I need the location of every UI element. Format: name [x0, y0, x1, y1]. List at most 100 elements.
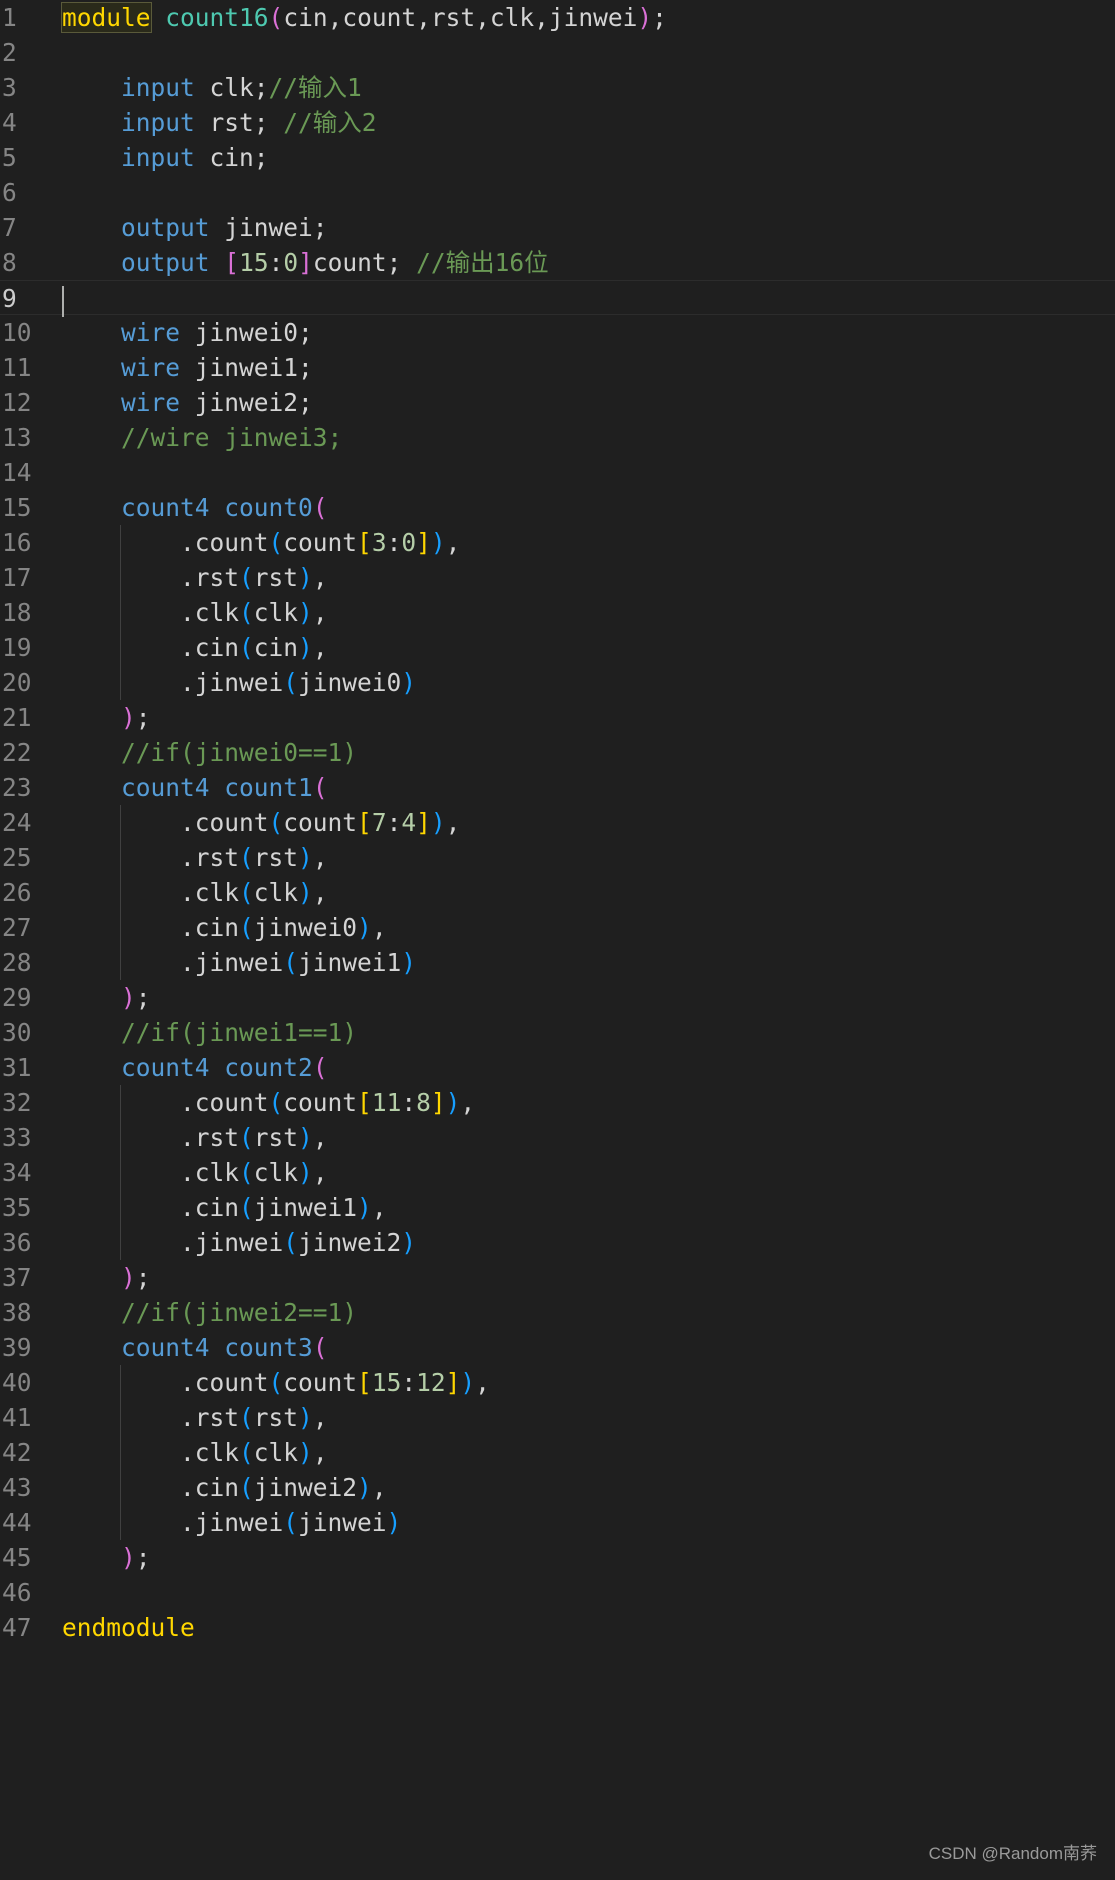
code-line[interactable]: 45 );: [0, 1540, 1115, 1575]
code-line[interactable]: 47 endmodule: [0, 1610, 1115, 1645]
line-code: .cin(jinwei2),: [62, 1470, 387, 1505]
code-line[interactable]: 28 .jinwei(jinwei1): [0, 945, 1115, 980]
code-token: ): [298, 843, 313, 872]
code-line[interactable]: 42 .clk(clk),: [0, 1435, 1115, 1470]
code-line[interactable]: 4 input rst; //输入2: [0, 105, 1115, 140]
line-code: .cin(jinwei1),: [62, 1190, 387, 1225]
code-token: 15: [371, 1368, 402, 1397]
code-line[interactable]: 34 .clk(clk),: [0, 1155, 1115, 1190]
code-line[interactable]: 9: [0, 280, 1115, 315]
code-line[interactable]: 2: [0, 35, 1115, 70]
code-line[interactable]: 25 .rst(rst),: [0, 840, 1115, 875]
code-token: ,: [312, 1403, 328, 1432]
code-line[interactable]: 30 //if(jinwei1==1): [0, 1015, 1115, 1050]
code-line[interactable]: 32 .count(count[11:8]),: [0, 1085, 1115, 1120]
code-line[interactable]: 1 module count16(cin,count,rst,clk,jinwei…: [0, 0, 1115, 35]
line-code: .rst(rst),: [62, 560, 328, 595]
code-line[interactable]: 19 .cin(cin),: [0, 630, 1115, 665]
code-line[interactable]: 26 .clk(clk),: [0, 875, 1115, 910]
code-token: 8: [416, 1088, 431, 1117]
code-line[interactable]: 12 wire jinwei2;: [0, 385, 1115, 420]
code-line[interactable]: 14: [0, 455, 1115, 490]
code-token: ]: [416, 528, 431, 557]
code-line[interactable]: 15 count4 count0(: [0, 490, 1115, 525]
code-line[interactable]: 40 .count(count[15:12]),: [0, 1365, 1115, 1400]
code-token: input: [121, 108, 195, 137]
code-line[interactable]: 21 );: [0, 700, 1115, 735]
code-token: ): [401, 1228, 417, 1257]
code-token: (: [312, 1333, 328, 1362]
code-token: ): [121, 983, 136, 1012]
code-line[interactable]: 7 output jinwei;: [0, 210, 1115, 245]
code-line[interactable]: 13 //wire jinwei3;: [0, 420, 1115, 455]
code-line[interactable]: 8 output [15:0]count; //输出16位: [0, 245, 1115, 280]
code-token: cin;: [194, 143, 269, 172]
code-token: count1: [224, 773, 313, 802]
code-line[interactable]: 27 .cin(jinwei0),: [0, 910, 1115, 945]
code-line[interactable]: 35 .cin(jinwei1),: [0, 1190, 1115, 1225]
line-number: 8: [2, 248, 17, 277]
line-number: 17: [2, 563, 32, 592]
code-token: rst: [253, 1403, 299, 1432]
code-token: (: [239, 1403, 254, 1432]
code-line[interactable]: 46: [0, 1575, 1115, 1610]
code-token: .rst: [62, 1403, 240, 1432]
code-line[interactable]: 38 //if(jinwei2==1): [0, 1295, 1115, 1330]
code-line[interactable]: 20 .jinwei(jinwei0): [0, 665, 1115, 700]
line-number: 2: [2, 38, 17, 67]
code-token: .cin: [62, 633, 240, 662]
line-code: count4 count3(: [62, 1330, 328, 1365]
code-line[interactable]: 24 .count(count[7:4]),: [0, 805, 1115, 840]
code-line[interactable]: 23 count4 count1(: [0, 770, 1115, 805]
code-line[interactable]: 39 count4 count3(: [0, 1330, 1115, 1365]
code-line[interactable]: 17 .rst(rst),: [0, 560, 1115, 595]
code-line[interactable]: 37 );: [0, 1260, 1115, 1295]
code-line[interactable]: 44 .jinwei(jinwei): [0, 1505, 1115, 1540]
code-token: ]: [430, 1088, 446, 1117]
code-line[interactable]: 5 input cin;: [0, 140, 1115, 175]
code-token: ): [386, 1508, 402, 1537]
code-token: ,: [445, 808, 461, 837]
code-token: output: [121, 248, 210, 277]
code-token: //if(jinwei0==1): [121, 738, 358, 767]
code-token: (: [283, 948, 299, 977]
code-token: (: [239, 843, 254, 872]
line-number: 25: [2, 843, 32, 872]
code-token: //if(jinwei2==1): [121, 1298, 358, 1327]
code-line[interactable]: 41 .rst(rst),: [0, 1400, 1115, 1435]
code-token: ,: [460, 1088, 476, 1117]
code-token: rst: [253, 563, 299, 592]
code-line[interactable]: 33 .rst(rst),: [0, 1120, 1115, 1155]
code-line[interactable]: 16 .count(count[3:0]),: [0, 525, 1115, 560]
code-line[interactable]: 31 count4 count2(: [0, 1050, 1115, 1085]
code-token: (: [312, 773, 328, 802]
code-token: ): [298, 1403, 313, 1432]
code-token: //输入2: [283, 108, 377, 137]
code-token: //输出16位: [416, 248, 549, 277]
code-line[interactable]: 22 //if(jinwei0==1): [0, 735, 1115, 770]
code-line[interactable]: 43 .cin(jinwei2),: [0, 1470, 1115, 1505]
code-token: jinwei2;: [180, 388, 313, 417]
code-line[interactable]: 10 wire jinwei0;: [0, 315, 1115, 350]
code-line[interactable]: 29 );: [0, 980, 1115, 1015]
line-number: 19: [2, 633, 32, 662]
line-number: 12: [2, 388, 32, 417]
code-token: 11: [371, 1088, 402, 1117]
code-editor[interactable]: 1 module count16(cin,count,rst,clk,jinwei…: [0, 0, 1115, 1880]
code-line[interactable]: 36 .jinwei(jinwei2): [0, 1225, 1115, 1260]
line-code: count4 count2(: [62, 1050, 328, 1085]
line-code: endmodule: [62, 1610, 195, 1645]
line-code: .cin(jinwei0),: [62, 910, 387, 945]
code-line[interactable]: 18 .clk(clk),: [0, 595, 1115, 630]
code-line[interactable]: 11 wire jinwei1;: [0, 350, 1115, 385]
code-token: ): [430, 808, 446, 837]
code-line[interactable]: 3 input clk;//输入1: [0, 70, 1115, 105]
line-number: 14: [2, 458, 32, 487]
code-token: 7: [371, 808, 387, 837]
code-line[interactable]: 6: [0, 175, 1115, 210]
